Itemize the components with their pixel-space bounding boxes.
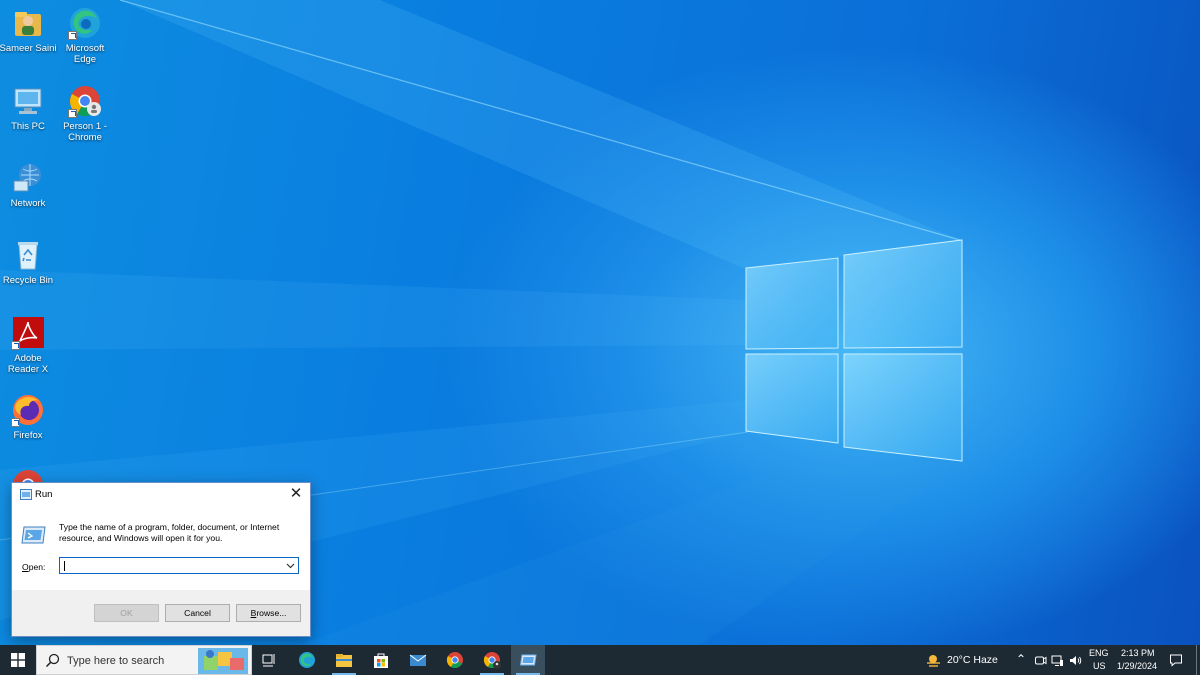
clock-time[interactable]: 2:13 PM: [1121, 648, 1155, 658]
taskbar-edge[interactable]: [290, 645, 324, 675]
windows-logo-icon: [11, 653, 25, 667]
taskbar-run[interactable]: [511, 645, 545, 675]
desktop-icon-label: Person 1 - Chrome: [63, 121, 107, 143]
open-label-access-key: O: [22, 562, 29, 572]
ok-button[interactable]: OK: [94, 604, 159, 622]
search-box[interactable]: Type here to search: [36, 645, 252, 675]
task-view-icon: [262, 654, 275, 667]
run-title-bar[interactable]: Run ✕: [12, 483, 310, 507]
chrome-icon: [446, 652, 463, 668]
edge-icon: [299, 652, 315, 668]
desktop-icon-this-pc[interactable]: This PC: [0, 84, 58, 132]
microsoft-store-icon: [374, 653, 388, 668]
clock-date[interactable]: 1/29/2024: [1117, 661, 1157, 671]
close-button[interactable]: ✕: [282, 483, 310, 505]
language-top[interactable]: ENG: [1089, 648, 1109, 658]
run-icon: [20, 489, 32, 500]
language-bottom[interactable]: US: [1093, 661, 1106, 671]
taskbar-chrome-profile[interactable]: [475, 645, 509, 675]
close-icon: ✕: [289, 485, 303, 502]
recycle-bin-icon: [18, 242, 38, 270]
weather-text[interactable]: 20°C Haze: [947, 654, 998, 666]
run-dialog[interactable]: Run ✕ Type the name of a program, folder…: [11, 482, 311, 637]
search-icon: [45, 653, 60, 668]
desktop-icon-label: Firefox: [13, 430, 43, 441]
run-description: Type the name of a program, folder, docu…: [59, 522, 280, 543]
network-status-icon[interactable]: [1051, 654, 1064, 667]
open-input[interactable]: [59, 557, 299, 574]
run-title: Run: [35, 489, 53, 500]
taskbar-mail[interactable]: [401, 645, 435, 675]
chevron-up-icon[interactable]: ⌃: [1016, 652, 1026, 666]
run-icon: [519, 654, 537, 666]
search-highlight-icon[interactable]: [198, 648, 248, 674]
desktop-icon-recycle-bin[interactable]: Recycle Bin: [0, 238, 58, 286]
network-icon: [13, 164, 41, 192]
desktop-icon-label: Sameer Saini: [0, 43, 57, 54]
shortcut-arrow-icon: [68, 31, 77, 40]
open-label: Open:: [22, 562, 45, 572]
search-placeholder: Type here to search: [67, 655, 165, 667]
taskbar: Type here to search 20°C Haze ⌃ ENG US 2…: [0, 645, 1200, 675]
desktop-icon-network[interactable]: Network: [0, 161, 58, 209]
this-pc-icon: [14, 88, 42, 114]
desktop-icon-adobe-reader[interactable]: Adobe Reader X: [0, 316, 58, 375]
taskbar-file-explorer[interactable]: [327, 645, 361, 675]
desktop-icon-label: Recycle Bin: [2, 275, 54, 286]
start-button[interactable]: [0, 645, 36, 675]
mail-icon: [409, 654, 427, 666]
desktop-icon-chrome-profile[interactable]: Person 1 - Chrome: [55, 84, 115, 143]
task-view-button[interactable]: [252, 645, 286, 675]
weather-haze-icon[interactable]: [925, 652, 942, 669]
meet-now-icon[interactable]: [1034, 654, 1047, 667]
text-caret: [64, 561, 65, 571]
desktop-icon-label: Microsoft Edge: [65, 43, 105, 65]
file-explorer-icon: [336, 654, 352, 667]
shortcut-arrow-icon: [68, 109, 77, 118]
shortcut-arrow-icon: [11, 341, 20, 350]
desktop-icon-firefox[interactable]: Firefox: [0, 393, 58, 441]
taskbar-chrome[interactable]: [438, 645, 472, 675]
desktop-icon-label: Adobe Reader X: [7, 353, 49, 375]
desktop-icon-label: This PC: [11, 121, 45, 132]
browse-button[interactable]: Browse...: [236, 604, 301, 622]
volume-icon[interactable]: [1069, 654, 1082, 667]
browse-label: rowse...: [256, 608, 287, 618]
taskbar-microsoft-store[interactable]: [364, 645, 398, 675]
shortcut-arrow-icon: [11, 418, 20, 427]
chevron-down-icon[interactable]: [286, 561, 295, 570]
notifications-icon[interactable]: [1169, 653, 1183, 667]
desktop-icon-edge[interactable]: Microsoft Edge: [55, 6, 115, 65]
chrome-profile-icon: [483, 652, 501, 669]
cancel-button[interactable]: Cancel: [165, 604, 230, 622]
open-label-text: pen:: [28, 562, 46, 572]
desktop-icon-user-folder[interactable]: Sameer Saini: [0, 6, 58, 54]
user-folder-icon: [15, 12, 41, 36]
show-desktop-button[interactable]: [1196, 645, 1197, 675]
run-program-icon: [21, 526, 46, 544]
desktop-icon-label: Network: [10, 198, 46, 209]
